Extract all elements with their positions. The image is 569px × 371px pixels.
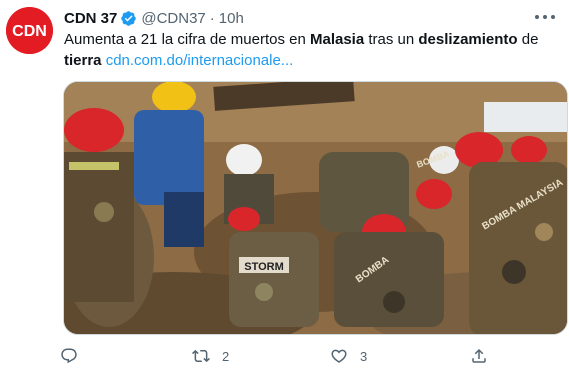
avatar[interactable]: CDN <box>6 7 53 54</box>
heart-icon <box>331 349 347 363</box>
share-icon <box>472 348 486 363</box>
separator-dot: · <box>209 9 215 27</box>
tweet-text-bold: deslizamiento <box>418 31 518 48</box>
tweet-text-part: de <box>517 31 539 48</box>
tweet-text: Aumenta a 21 la cifra de muertos en Mala… <box>64 29 544 71</box>
share-button[interactable] <box>470 344 500 368</box>
tweet-link[interactable]: cdn.com.do/internacionale... <box>106 52 294 69</box>
dot-2 <box>543 15 547 19</box>
tweet-card[interactable]: CDN CDN 37 @CDN37 · 10h Aumenta a 21 la … <box>0 0 569 371</box>
tweet-text-bold: tierra <box>64 52 102 69</box>
tweet-photo[interactable]: STORM BOMBA BOMBA MALAYSIA BOMBA <box>63 81 568 335</box>
tweet-text-part: tras un <box>364 31 419 48</box>
cdn-logo-icon: CDN <box>6 7 53 54</box>
dot-1 <box>535 15 539 19</box>
tweet-text-part: Aumenta a 21 la cifra de muertos en <box>64 31 310 48</box>
tweet-actions: 2 3 <box>60 344 500 368</box>
reply-icon <box>61 348 77 364</box>
author-name[interactable]: CDN 37 <box>64 10 117 27</box>
avatar-logo-text: CDN <box>12 23 47 40</box>
vest-label-storm: STORM <box>244 261 284 273</box>
tweet-text-bold: Malasia <box>309 31 365 48</box>
like-button[interactable]: 3 <box>330 344 367 368</box>
like-count: 3 <box>360 348 368 364</box>
retweet-count: 2 <box>222 348 230 364</box>
author-handle[interactable]: @CDN37 <box>141 10 205 27</box>
tweet-header: CDN 37 @CDN37 · 10h <box>64 8 244 28</box>
rescue-photo-illustration: STORM BOMBA BOMBA MALAYSIA BOMBA <box>64 82 567 334</box>
retweet-icon <box>192 349 210 363</box>
reply-button[interactable] <box>60 344 90 368</box>
verified-badge-icon <box>121 10 137 26</box>
retweet-button[interactable]: 2 <box>192 344 229 368</box>
dot-3 <box>551 15 555 19</box>
tweet-time[interactable]: 10h <box>219 10 244 27</box>
more-options-icon[interactable] <box>535 9 555 25</box>
